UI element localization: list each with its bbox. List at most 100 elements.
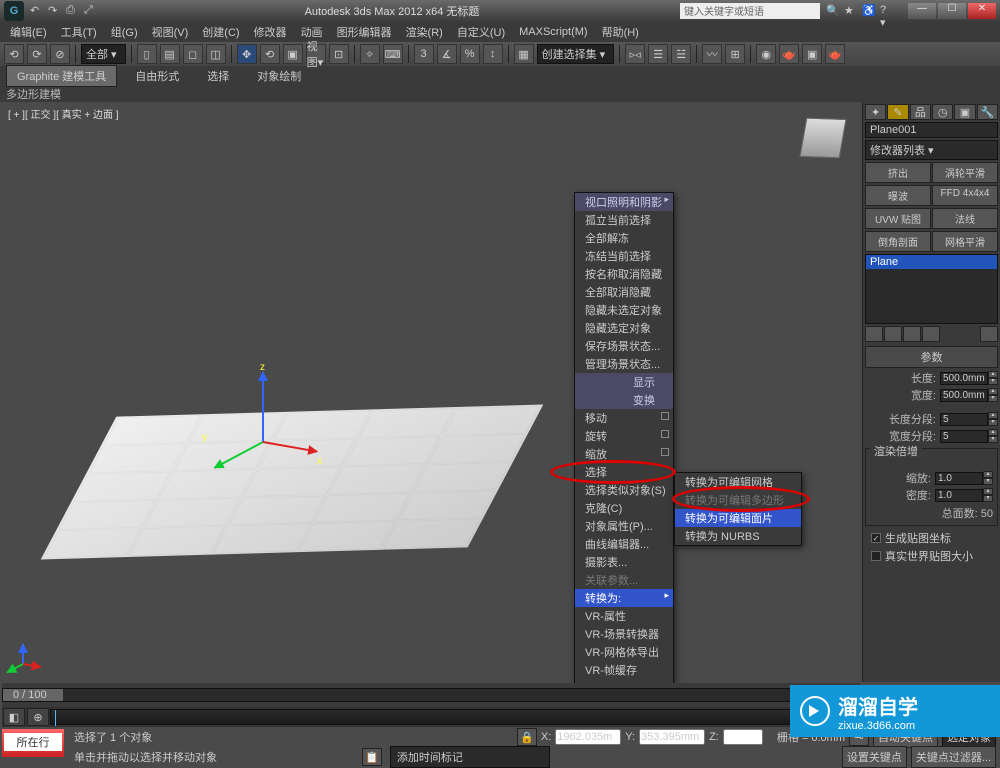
bind-icon[interactable]: ⊘ [50,44,70,64]
context-menu-item[interactable]: 缩放 [575,445,673,463]
motion-tab-icon[interactable]: ◷ [932,104,953,120]
menu-item[interactable]: 渲染(R) [400,22,449,42]
context-menu-item[interactable]: 视口照明和阴影 [575,193,673,211]
context-menu-item[interactable]: 摄影表... [575,553,673,571]
render-frame-icon[interactable]: ▣ [802,44,822,64]
modifier-button[interactable]: 网格平滑 [932,231,998,252]
move-icon[interactable]: ✥ [237,44,257,64]
search-input[interactable]: 键入关键字或短语 [680,3,820,19]
filter-combo[interactable]: 全部 ▾ [81,44,126,64]
qat-icon[interactable]: ⤢ [84,4,98,18]
timeline-config-icon[interactable]: ◧ [3,708,25,726]
context-menu-item[interactable]: 全部解冻 [575,229,673,247]
context-menu-item[interactable]: 选择 [575,463,673,481]
context-menu-item[interactable]: 曲线编辑器... [575,535,673,553]
menu-item[interactable]: 视图(V) [146,22,195,42]
context-menu-item[interactable]: 转换为可编辑网格 [675,473,801,491]
context-menu-item[interactable]: 冻结当前选择 [575,247,673,265]
select-icon[interactable]: ▯ [137,44,157,64]
context-menu-item[interactable]: 克隆(C) [575,499,673,517]
ref-coord-icon[interactable]: 视图▾ [306,44,326,64]
show-end-icon[interactable] [884,326,902,342]
modifier-button[interactable]: 倒角剖面 [865,231,931,252]
context-menu-item[interactable]: 全部取消隐藏 [575,283,673,301]
context-menu-item[interactable]: 移动 [575,409,673,427]
modifier-button[interactable]: FFD 4x4x4 [932,185,998,206]
minimize-button[interactable]: — [908,3,936,19]
menu-item[interactable]: 自定义(U) [451,22,511,42]
angle-snap-icon[interactable]: ∡ [437,44,457,64]
create-tab-icon[interactable]: ✦ [865,104,886,120]
schematic-icon[interactable]: ⊞ [725,44,745,64]
context-menu-item[interactable]: 孤立当前选择 [575,211,673,229]
modifier-stack[interactable]: Plane [865,254,998,324]
stack-item[interactable]: Plane [866,255,997,269]
context-menu-item[interactable]: 转换为可编辑面片 [675,509,801,527]
modifier-button[interactable]: 曝波 [865,185,931,206]
pivot-icon[interactable]: ⊡ [329,44,349,64]
unlink-icon[interactable]: ⟳ [27,44,47,64]
object-name-input[interactable] [865,122,998,138]
modifier-button[interactable]: 涡轮平滑 [932,162,998,183]
modifier-button[interactable]: UVW 贴图 [865,208,931,229]
close-button[interactable]: ✕ [968,3,996,19]
info-icon[interactable]: ★ [844,4,858,18]
time-slider[interactable]: 0 / 100 [2,688,860,702]
real-world-checkbox[interactable] [871,551,881,561]
util-tab-icon[interactable]: 🔧 [977,104,998,120]
context-menu-item[interactable]: VR-属性 [575,607,673,625]
timeline-add-icon[interactable]: ⊕ [27,708,49,726]
context-menu-item[interactable]: 转换为: [575,589,673,607]
autokey-indicator[interactable]: 所在行 [2,729,64,757]
coord-x-input[interactable] [555,729,621,745]
context-menu-item[interactable]: 转换为 NURBS [675,527,801,545]
render-setup-icon[interactable]: 🫖 [779,44,799,64]
context-menu-item[interactable]: VR-场景转换器 [575,625,673,643]
context-menu-item[interactable]: 保存场景状态... [575,337,673,355]
maximize-button[interactable]: ☐ [938,3,966,19]
ribbon-tab-select[interactable]: 选择 [197,66,239,86]
menu-item[interactable]: 图形编辑器 [331,22,398,42]
percent-snap-icon[interactable]: % [460,44,480,64]
named-sel-combo[interactable]: 创建选择集 ▾ [537,44,615,64]
ribbon-tab-paint[interactable]: 对象绘制 [247,66,311,86]
context-menu-item[interactable]: 旋转 [575,427,673,445]
plane-object[interactable] [41,405,544,560]
curve-editor-icon[interactable]: 〰 [702,44,722,64]
unique-icon[interactable] [903,326,921,342]
menu-item[interactable]: 组(G) [105,22,144,42]
context-menu-item[interactable]: 关联参数... [575,571,673,589]
pin-stack-icon[interactable] [865,326,883,342]
context-menu-item[interactable]: 隐藏未选定对象 [575,301,673,319]
ribbon-tab-freeform[interactable]: 自由形式 [125,66,189,86]
menu-item[interactable]: 修改器 [248,22,293,42]
menu-item[interactable]: 帮助(H) [596,22,645,42]
coord-z-input[interactable] [723,729,763,745]
viewport[interactable]: [ + ][ 正交 ][ 真实 + 边面 ] z y x 视口照明和阴影孤立当前… [2,102,860,682]
context-menu-item[interactable]: VR-帧缓存 [575,661,673,679]
snap-icon[interactable]: 3 [414,44,434,64]
context-menu-item[interactable]: 选择类似对象(S) [575,481,673,499]
qat-icon[interactable]: ↷ [48,4,62,18]
menu-item[interactable]: MAXScript(M) [513,24,593,40]
link-icon[interactable]: ⟲ [4,44,24,64]
keyfilter-button[interactable]: 关键点过滤器... [911,746,996,768]
context-menu-item[interactable]: 管理场景状态... [575,355,673,373]
remove-mod-icon[interactable] [922,326,940,342]
qat-icon[interactable]: ⎙ [66,4,80,18]
viewport-label[interactable]: [ + ][ 正交 ][ 真实 + 边面 ] [8,106,119,121]
params-rollout-header[interactable]: 参数 [865,346,998,368]
render-icon[interactable]: 🫖 [825,44,845,64]
length-input[interactable] [940,372,988,385]
hierarchy-tab-icon[interactable]: 品 [910,104,931,120]
rotate-icon[interactable]: ⟲ [260,44,280,64]
modifier-list-combo[interactable]: 修改器列表 ▾ [865,140,998,160]
rect-select-icon[interactable]: ◻ [183,44,203,64]
viewcube[interactable] [796,112,850,166]
density-input[interactable] [935,489,983,502]
coord-y-input[interactable] [639,729,705,745]
help-dropdown[interactable]: ? ▾ [880,4,894,18]
help-icon[interactable]: 🔍 [826,4,840,18]
context-menu-item[interactable]: VR-网格体导出 [575,643,673,661]
scale-icon[interactable]: ▣ [283,44,303,64]
